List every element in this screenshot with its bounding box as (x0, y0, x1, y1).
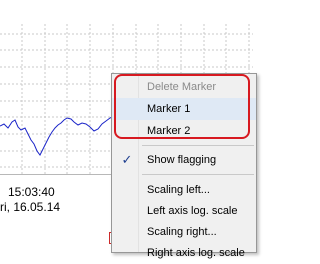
menu-item-right-axis-log-scale[interactable]: Right axis log. scale (112, 242, 256, 264)
menu-item-marker-2[interactable]: Marker 2 (112, 120, 256, 142)
menu-item-label: Marker 2 (147, 125, 191, 137)
menu-separator (142, 145, 254, 146)
menu-item-label: Left axis log. scale (147, 205, 238, 217)
menu-item-scaling-right[interactable]: Scaling right... (112, 221, 256, 243)
menu-item-left-axis-log-scale[interactable]: Left axis log. scale (112, 200, 256, 222)
menu-item-scaling-left[interactable]: Scaling left... (112, 179, 256, 201)
context-menu: Delete Marker Marker 1 Marker 2 ✓ Show f… (111, 73, 257, 259)
menu-item-label: Scaling left... (147, 184, 210, 196)
menu-item-label: Show flagging (147, 154, 217, 166)
menu-item-label: Scaling right... (147, 226, 217, 238)
check-icon: ✓ (121, 152, 133, 167)
menu-item-delete-marker[interactable]: Delete Marker (112, 76, 256, 98)
menu-item-label: Marker 1 (147, 103, 191, 115)
x-axis-time-label: 15:03:40 (8, 185, 55, 199)
menu-item-label: Right axis log. scale (147, 247, 245, 259)
menu-item-marker-1[interactable]: Marker 1 (112, 98, 256, 120)
chart-series-line (0, 115, 115, 156)
menu-separator (142, 174, 254, 175)
window-top-bar (0, 0, 253, 25)
menu-item-show-flagging[interactable]: ✓ Show flagging (112, 149, 256, 171)
menu-item-label: Delete Marker (147, 81, 217, 93)
x-axis-date-label: ri, 16.05.14 (0, 200, 61, 214)
